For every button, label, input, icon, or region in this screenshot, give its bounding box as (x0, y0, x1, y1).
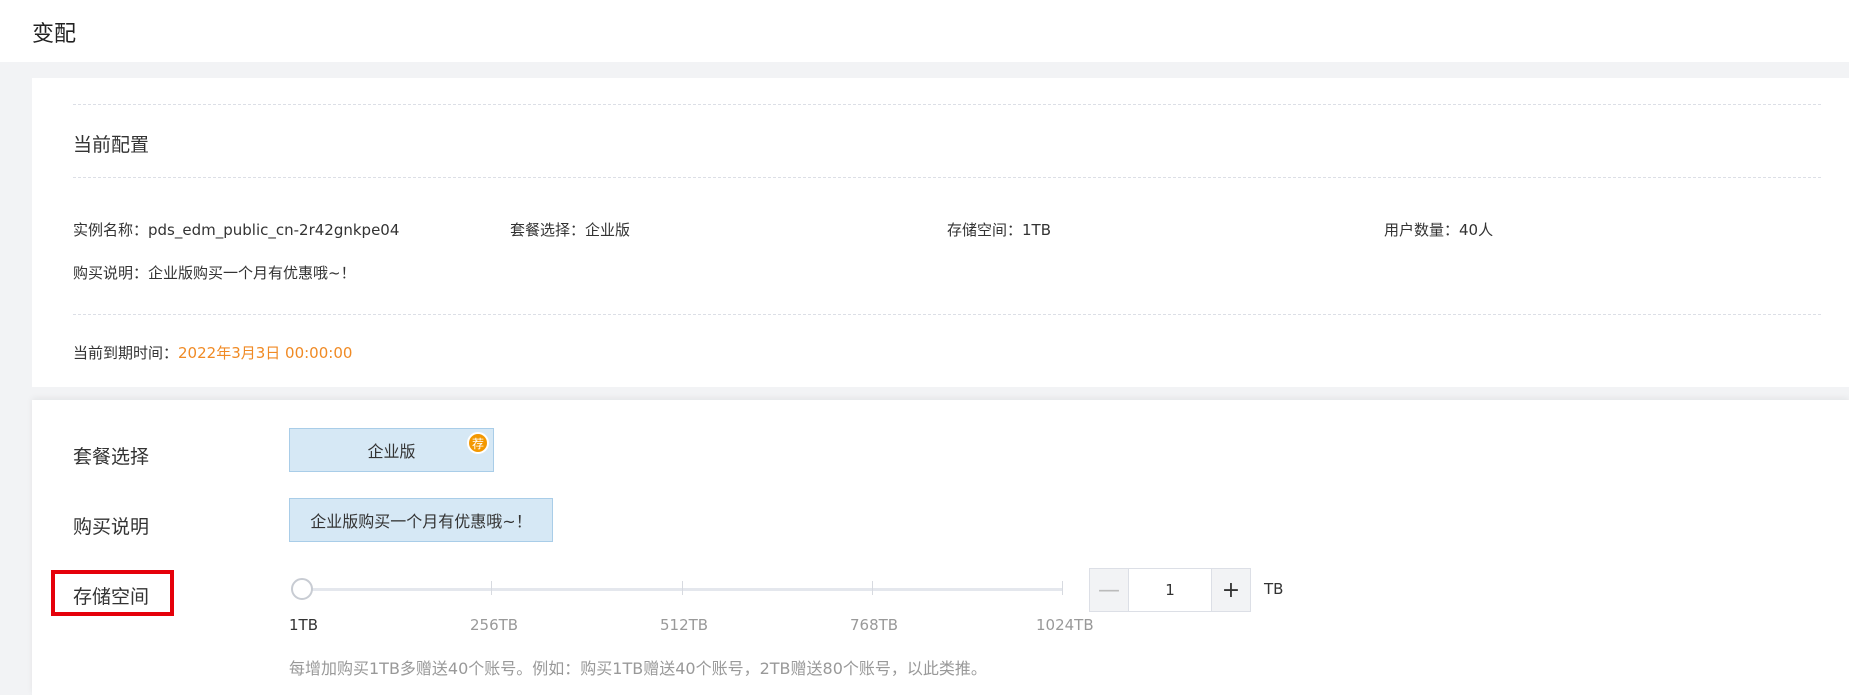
storage-info: 存储空间：1TB (947, 219, 1051, 240)
instance-name-label: 实例名称： (73, 221, 149, 239)
purchase-value: 企业版购买一个月有优惠哦~！ (148, 264, 356, 282)
package-option-enterprise[interactable]: 企业版 荐 (289, 428, 494, 472)
slider-tick (682, 581, 683, 595)
divider (73, 177, 1821, 178)
slider-tick-label: 1024TB (1036, 616, 1094, 634)
slider-tick-label: 768TB (850, 616, 899, 634)
expire-info: 当前到期时间：2022年3月3日 00:00:00 (73, 342, 352, 363)
users-label: 用户数量： (1384, 221, 1460, 239)
instance-name-info: 实例名称：pds_edm_public_cn-2r42gnkpe04 (73, 219, 399, 240)
instance-name-value: pds_edm_public_cn-2r42gnkpe04 (148, 221, 400, 239)
users-info: 用户数量：40人 (1384, 219, 1493, 240)
slider-tick-label: 256TB (470, 616, 519, 634)
page-title: 变配 (32, 22, 77, 47)
purchase-desc-box: 企业版购买一个月有优惠哦~！ (289, 498, 553, 542)
slider-tick (491, 581, 492, 595)
expire-label: 当前到期时间： (73, 344, 179, 362)
users-value: 40人 (1459, 221, 1494, 239)
divider (73, 314, 1821, 315)
storage-stepper: — 1 + (1089, 568, 1251, 612)
package-label: 套餐选择： (510, 221, 586, 239)
slider-tick-label: 512TB (660, 616, 709, 634)
slider-tick (872, 581, 873, 595)
storage-slider-handle[interactable] (291, 578, 313, 600)
expire-value: 2022年3月3日 00:00:00 (178, 344, 353, 362)
package-option-label: 企业版 (367, 442, 416, 461)
purchase-desc-label: 购买说明 (73, 516, 150, 538)
purchase-info: 购买说明：企业版购买一个月有优惠哦~！ (73, 262, 356, 283)
storage-slider-track[interactable] (301, 581, 1063, 595)
package-select-label: 套餐选择 (73, 446, 150, 468)
increment-button[interactable]: + (1211, 569, 1250, 611)
package-value: 企业版 (585, 221, 631, 239)
slider-tick (1062, 581, 1063, 595)
storage-note: 每增加购买1TB多赠送40个账号。例如：购买1TB赠送40个账号，2TB赠送80… (289, 659, 987, 678)
decrement-button[interactable]: — (1090, 569, 1129, 611)
storage-value: 1TB (1022, 221, 1052, 239)
recommend-badge: 荐 (467, 432, 489, 454)
change-config-form: 套餐选择 企业版 荐 购买说明 企业版购买一个月有优惠哦~！ 存储空间 1TB … (32, 400, 1849, 695)
package-info: 套餐选择：企业版 (510, 219, 630, 240)
slider-tick-label: 1TB (289, 616, 318, 634)
section-title: 当前配置 (73, 134, 150, 156)
storage-space-label: 存储空间 (73, 586, 150, 608)
current-config-card: 当前配置 实例名称：pds_edm_public_cn-2r42gnkpe04 … (32, 78, 1849, 387)
storage-label: 存储空间： (947, 221, 1023, 239)
divider (73, 104, 1821, 105)
storage-unit: TB (1264, 580, 1284, 598)
top-bar: 变配 (0, 0, 1849, 62)
storage-quantity-input[interactable]: 1 (1129, 569, 1211, 611)
purchase-label: 购买说明： (73, 264, 149, 282)
